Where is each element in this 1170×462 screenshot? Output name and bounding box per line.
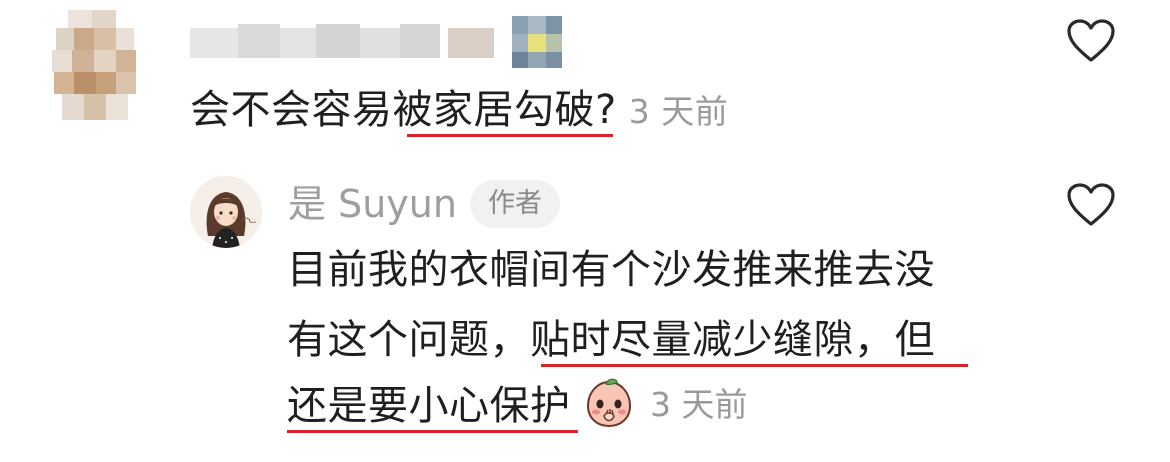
author-name[interactable]: 是 Suyun: [288, 178, 457, 230]
comment-text-underlined: 被家居勾破?: [392, 87, 617, 133]
reply-text-line-2-plain: 有这个问题，: [287, 317, 530, 363]
comment-highlight-underline: [407, 134, 613, 137]
reply-text-line-3: 还是要小心保护: [287, 376, 571, 436]
heart-icon[interactable]: [1066, 182, 1116, 228]
comment-text: 会不会容易被家居勾破? 3 天前: [190, 80, 728, 142]
comment-text-plain: 会不会容易: [190, 87, 393, 133]
reply-highlight-underline-1: [541, 364, 968, 367]
reply-text-line-1: 目前我的衣帽间有个沙发推来推去没: [287, 247, 935, 293]
shy-peach-emoji-icon: [586, 378, 632, 428]
comment-time: 3 天前: [628, 92, 729, 131]
commenter-username-blurred[interactable]: [190, 18, 510, 66]
author-avatar[interactable]: [190, 176, 262, 248]
author-tag-badge: 作者: [470, 180, 560, 228]
commenter-badge-icon: [512, 16, 562, 68]
reply-time: 3 天前: [650, 385, 748, 424]
reply-text-line-2: 有这个问题，贴时尽量减少缝隙，但: [287, 310, 935, 370]
reply-highlight-underline-2: [287, 430, 578, 433]
heart-icon[interactable]: [1066, 18, 1116, 64]
commenter-avatar[interactable]: [48, 10, 140, 122]
reply-text-line-3-underlined: 还是要小心保护: [287, 383, 571, 429]
girl-avatar-icon: [190, 176, 262, 248]
reply-text-line-2-underlined: 贴时尽量减少缝隙，但: [530, 317, 935, 363]
